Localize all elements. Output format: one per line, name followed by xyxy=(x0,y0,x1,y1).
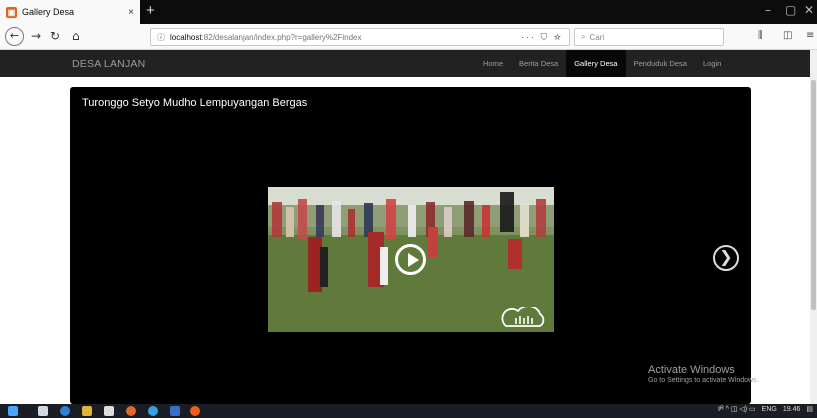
library-icon[interactable]: ⫼ xyxy=(758,30,763,41)
language-indicator[interactable]: ENG xyxy=(762,406,777,413)
app-icon-2[interactable] xyxy=(148,406,158,416)
tab-title: Gallery Desa xyxy=(22,7,75,17)
gallery-item-title: Turonggo Setyo Mudho Lempuyangan Bergas xyxy=(82,97,308,109)
tab-close-icon[interactable]: × xyxy=(128,7,134,18)
system-tray: ᵍᴿ ^ ◫ ◁) ▭ ENG 19.46 ▤ xyxy=(718,405,813,414)
main-menu: Home Berita Desa Gallery Desa Penduduk D… xyxy=(475,50,729,77)
notification-icon[interactable]: ▤ xyxy=(806,405,813,413)
browser-tab-strip: ▣ Gallery Desa × + – ▢ ✕ xyxy=(0,0,817,24)
search-placeholder: Cari xyxy=(589,32,605,42)
close-window-button[interactable]: ✕ xyxy=(804,3,814,17)
windows-activation-watermark: Activate Windows Go to Settings to activ… xyxy=(648,364,759,384)
site-navbar: DESA LANJAN Home Berita Desa Gallery Des… xyxy=(0,50,810,77)
new-tab-button[interactable]: + xyxy=(146,3,155,19)
search-input[interactable]: ⌕ Cari xyxy=(574,28,724,46)
menu-item-home[interactable]: Home xyxy=(475,50,511,77)
url-host: localhost xyxy=(170,32,202,42)
menu-item-gallery-desa[interactable]: Gallery Desa xyxy=(566,50,626,77)
address-bar[interactable]: ⓘ localhost :82/desalanjan/index.php?r=g… xyxy=(150,28,570,46)
browser-tab-gallery-desa[interactable]: ▣ Gallery Desa × xyxy=(0,0,140,24)
watermark-title: Activate Windows xyxy=(648,364,735,376)
minimize-button[interactable]: – xyxy=(765,3,771,17)
back-button[interactable]: ← xyxy=(5,27,24,46)
windows-taskbar: ᵍᴿ ^ ◫ ◁) ▭ ENG 19.46 ▤ xyxy=(0,404,817,418)
home-icon[interactable]: ⌂ xyxy=(72,28,80,44)
app-icon-1[interactable] xyxy=(126,406,136,416)
search-icon: ⌕ xyxy=(581,32,586,41)
start-icon[interactable] xyxy=(8,406,18,416)
page-actions-icon[interactable]: ··· ⛉ ☆ xyxy=(521,32,563,43)
tray-icons[interactable]: ᵍᴿ ^ ◫ ◁) ▭ xyxy=(718,405,756,413)
site-info-icon[interactable]: ⓘ xyxy=(157,32,165,43)
carousel-next-button[interactable]: ❯ xyxy=(713,245,739,271)
firefox-icon[interactable] xyxy=(190,406,200,416)
task-view-icon[interactable] xyxy=(38,406,48,416)
gallery-carousel: Turonggo Setyo Mudho Lempuyangan Bergas xyxy=(70,87,751,404)
app-icon-3[interactable] xyxy=(170,406,180,416)
reload-icon[interactable]: ↻ xyxy=(50,28,60,44)
play-icon[interactable] xyxy=(395,244,426,275)
favicon-icon: ▣ xyxy=(6,6,17,18)
video-thumbnail[interactable] xyxy=(268,187,554,332)
url-path: :82/desalanjan/index.php?r=gallery%2Find… xyxy=(201,32,362,42)
file-explorer-icon[interactable] xyxy=(82,406,92,416)
menu-item-penduduk-desa[interactable]: Penduduk Desa xyxy=(626,50,695,77)
forward-button[interactable]: → xyxy=(31,28,41,44)
scrollbar-thumb[interactable] xyxy=(811,80,816,310)
menu-icon[interactable]: ≡ xyxy=(806,30,814,41)
page-scrollbar[interactable] xyxy=(810,50,817,404)
edge-icon[interactable] xyxy=(60,406,70,416)
clock[interactable]: 19.46 xyxy=(783,406,801,413)
menu-item-login[interactable]: Login xyxy=(695,50,729,77)
sidebar-icon[interactable]: ◫ xyxy=(783,30,792,41)
browser-toolbar: ← → ↻ ⌂ ⓘ localhost :82/desalanjan/index… xyxy=(0,24,817,50)
cloud-logo-icon xyxy=(501,307,545,327)
maximize-button[interactable]: ▢ xyxy=(785,3,796,17)
site-brand[interactable]: DESA LANJAN xyxy=(72,58,145,70)
watermark-subtitle: Go to Settings to activate Windows. xyxy=(648,377,759,384)
menu-item-berita-desa[interactable]: Berita Desa xyxy=(511,50,566,77)
page-content: Turonggo Setyo Mudho Lempuyangan Bergas xyxy=(0,77,810,404)
store-icon[interactable] xyxy=(104,406,114,416)
